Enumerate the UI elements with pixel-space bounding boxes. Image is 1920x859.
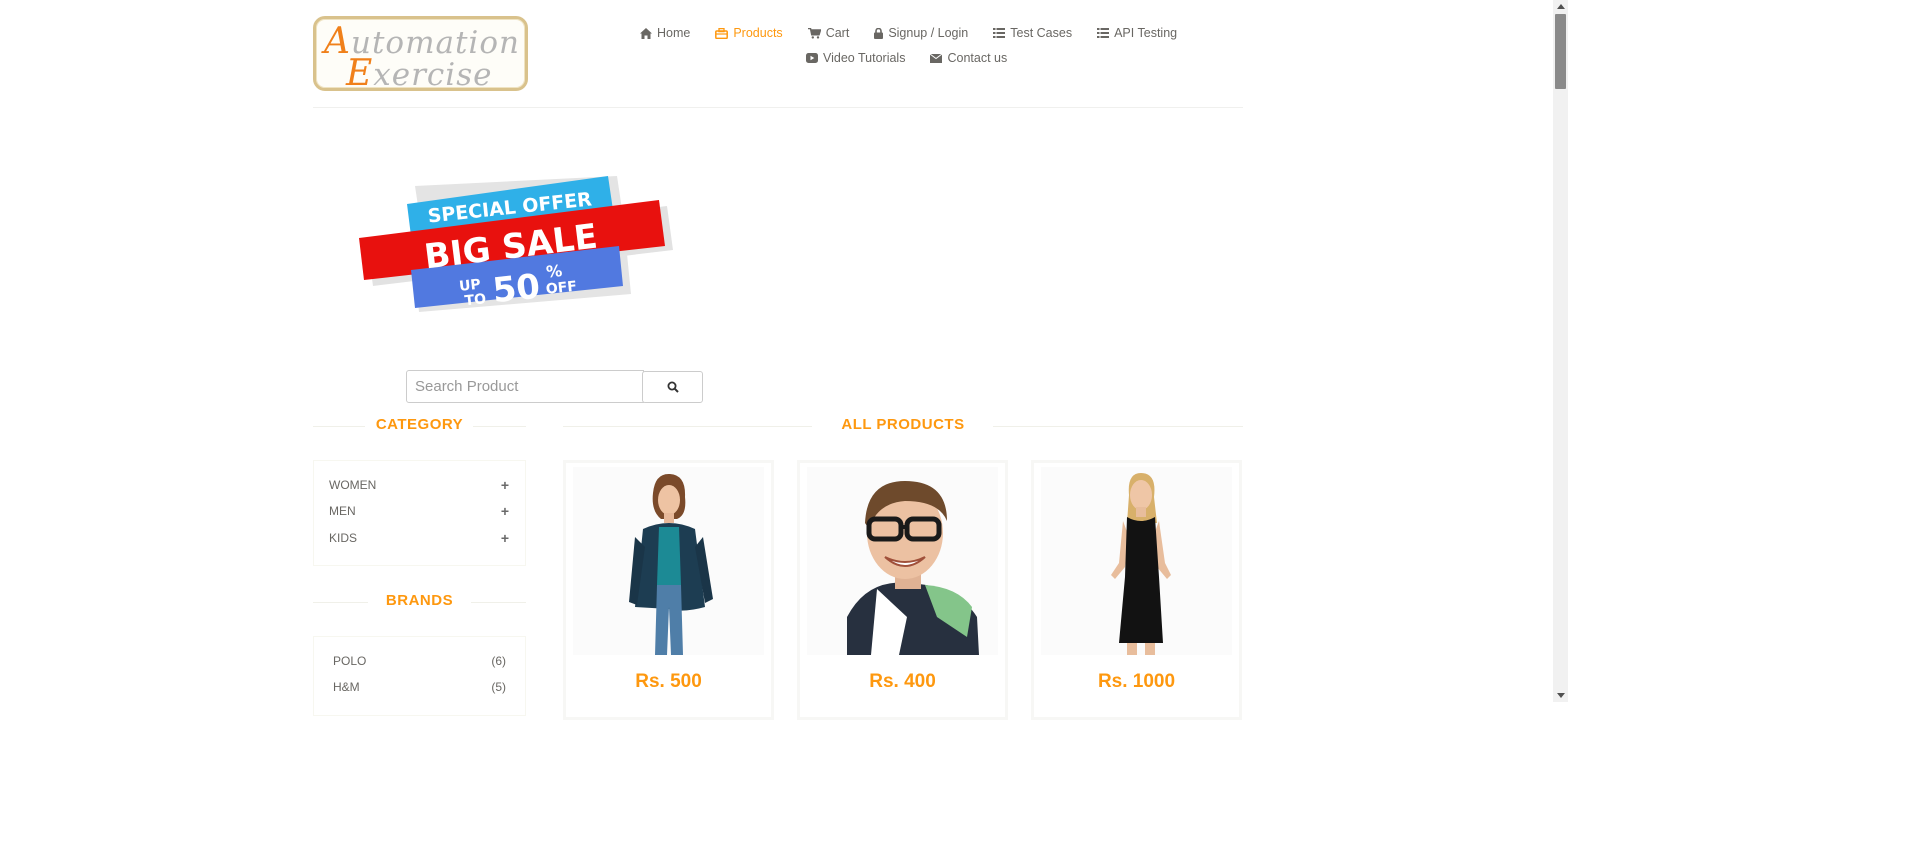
nav-contact-us[interactable]: Contact us bbox=[930, 51, 1007, 65]
sale-banner: SPECIAL OFFER BIG SALE UP TO 50 % OFF bbox=[359, 176, 673, 312]
search-button[interactable] bbox=[642, 371, 703, 403]
nav-signup-login[interactable]: Signup / Login bbox=[874, 26, 968, 40]
product-card: Rs. 400 bbox=[797, 460, 1008, 720]
product-price: Rs. 500 bbox=[635, 671, 702, 692]
product-card: Rs. 500 bbox=[563, 460, 774, 720]
product-price: Rs. 1000 bbox=[1097, 671, 1176, 692]
banner-50: 50 bbox=[491, 267, 542, 312]
category-men[interactable]: MEN + bbox=[329, 501, 509, 521]
logo-line-2: Exercise bbox=[346, 53, 493, 94]
nav-home[interactable]: Home bbox=[640, 26, 690, 40]
product-image[interactable] bbox=[1041, 467, 1232, 655]
header-divider bbox=[313, 107, 1243, 108]
brand-count: (5) bbox=[491, 680, 506, 694]
category-women[interactable]: WOMEN + bbox=[329, 475, 509, 495]
plus-icon[interactable]: + bbox=[501, 477, 509, 493]
plus-icon[interactable]: + bbox=[501, 503, 509, 519]
scroll-up-arrow-icon[interactable] bbox=[1557, 4, 1565, 9]
lock-icon bbox=[874, 27, 884, 39]
all-products-heading: ALL PRODUCTS bbox=[563, 416, 1243, 436]
list-icon bbox=[993, 28, 1006, 38]
brand-hm[interactable]: H&M (5) bbox=[333, 678, 506, 696]
nav-cart[interactable]: Cart bbox=[807, 26, 849, 40]
home-icon bbox=[640, 27, 652, 39]
plus-icon[interactable]: + bbox=[501, 530, 509, 546]
nav-video-tutorials[interactable]: Video Tutorials bbox=[806, 51, 905, 65]
products-icon bbox=[715, 27, 729, 39]
site-logo[interactable]: Automation Exercise bbox=[313, 16, 528, 94]
scroll-down-arrow-icon[interactable] bbox=[1557, 693, 1565, 698]
banner-to: TO bbox=[464, 291, 487, 309]
scrollbar-thumb[interactable] bbox=[1555, 14, 1566, 89]
brands-panel: POLO (6) H&M (5) bbox=[313, 636, 526, 716]
product-price: Rs. 400 bbox=[869, 671, 936, 692]
banner-percent: % bbox=[545, 261, 563, 282]
search-input[interactable] bbox=[406, 370, 644, 403]
category-kids[interactable]: KIDS + bbox=[329, 528, 509, 548]
brand-count: (6) bbox=[491, 654, 506, 668]
category-heading: CATEGORY bbox=[313, 416, 526, 436]
category-panel: WOMEN + MEN + KIDS + bbox=[313, 460, 526, 566]
product-image[interactable] bbox=[807, 467, 998, 655]
search-icon bbox=[667, 381, 679, 393]
brand-polo[interactable]: POLO (6) bbox=[333, 652, 506, 670]
product-image[interactable] bbox=[573, 467, 764, 655]
list-icon bbox=[1097, 28, 1110, 38]
page-scrollbar[interactable] bbox=[1553, 0, 1568, 702]
banner-off: OFF bbox=[545, 279, 578, 298]
main-nav: Home Products Cart Signup / Login Test C… bbox=[640, 22, 1200, 72]
nav-test-cases[interactable]: Test Cases bbox=[993, 26, 1072, 40]
envelope-icon bbox=[930, 53, 943, 63]
brands-heading: BRANDS bbox=[313, 592, 526, 612]
cart-icon bbox=[807, 27, 821, 39]
nav-products[interactable]: Products bbox=[715, 26, 783, 40]
nav-api-testing[interactable]: API Testing bbox=[1097, 26, 1177, 40]
product-card: Rs. 1000 bbox=[1031, 460, 1242, 720]
youtube-play-icon bbox=[806, 53, 818, 63]
